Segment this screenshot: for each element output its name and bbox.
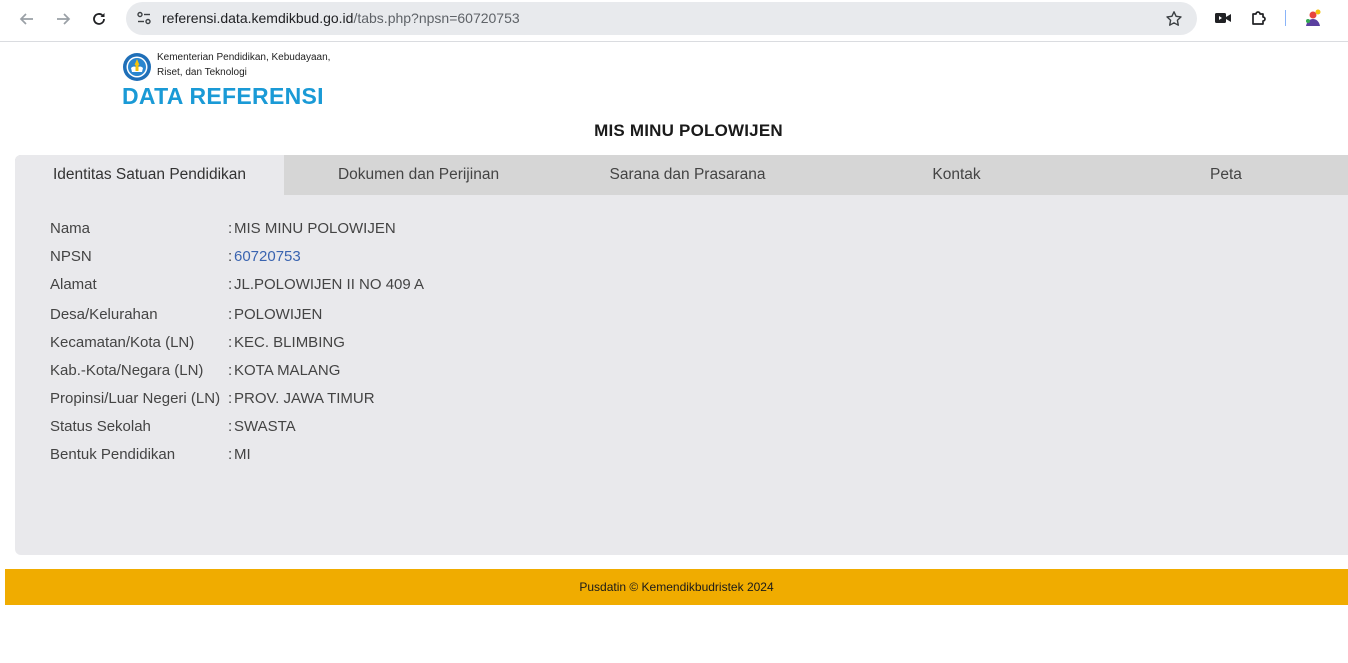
field-colon: : <box>228 248 233 265</box>
address-bar[interactable]: referensi.data.kemdikbud.go.id/tabs.php?… <box>126 2 1197 35</box>
field-colon: : <box>228 334 233 351</box>
profile-avatar-icon[interactable] <box>1303 8 1323 28</box>
arrow-left-icon <box>19 13 33 25</box>
reload-button[interactable] <box>87 7 111 31</box>
field-value: MI <box>234 446 251 463</box>
ministry-name-line1: Kementerian Pendidikan, Kebudayaan, <box>157 52 331 63</box>
url-path: /tabs.php?npsn=60720753 <box>353 10 520 26</box>
url-text[interactable]: referensi.data.kemdikbud.go.id/tabs.php?… <box>162 10 520 26</box>
field-label: Bentuk Pendidikan <box>50 446 176 463</box>
field-colon: : <box>228 362 233 379</box>
tab-dokumen[interactable]: Dokumen dan Perijinan <box>284 155 553 195</box>
field-label: Kecamatan/Kota (LN) <box>50 334 195 351</box>
footer-text: Pusdatin © Kemendikbudristek 2024 <box>579 580 774 594</box>
toolbar-divider <box>1285 10 1286 26</box>
npsn-link[interactable]: 60720753 <box>234 248 301 265</box>
field-label: NPSN <box>50 248 92 265</box>
field-label: Propinsi/Luar Negeri (LN) <box>50 390 221 407</box>
tut-wuri-handayani-emblem-icon <box>123 53 151 81</box>
tab-identitas[interactable]: Identitas Satuan Pendidikan <box>15 155 284 195</box>
field-value: MIS MINU POLOWIJEN <box>234 220 396 237</box>
field-label: Kab.-Kota/Negara (LN) <box>50 362 204 379</box>
tab-bar: Identitas Satuan Pendidikan Dokumen dan … <box>15 155 1348 195</box>
field-colon: : <box>228 276 233 293</box>
tab-kontak[interactable]: Kontak <box>822 155 1091 195</box>
arrow-right-icon <box>57 13 71 25</box>
video-camera-icon[interactable] <box>1213 8 1233 28</box>
field-label: Desa/Kelurahan <box>50 306 158 323</box>
star-icon[interactable] <box>1165 10 1183 28</box>
tab-peta[interactable]: Peta <box>1091 155 1348 195</box>
field-value: PROV. JAWA TIMUR <box>234 390 375 407</box>
field-colon: : <box>228 446 233 463</box>
url-host: referensi.data.kemdikbud.go.id <box>162 10 354 26</box>
footer: Pusdatin © Kemendikbudristek 2024 <box>5 569 1348 605</box>
field-value: KOTA MALANG <box>234 362 341 379</box>
back-button[interactable] <box>15 7 39 31</box>
field-label: Alamat <box>50 276 97 293</box>
field-value: JL.POLOWIJEN II NO 409 A <box>234 276 425 293</box>
field-label: Status Sekolah <box>50 418 151 435</box>
forward-button[interactable] <box>51 7 75 31</box>
field-colon: : <box>228 418 233 435</box>
extensions-puzzle-icon[interactable] <box>1249 8 1269 28</box>
ministry-name-line2: Riset, dan Teknologi <box>157 67 247 78</box>
field-value: SWASTA <box>234 418 296 435</box>
field-colon: : <box>228 220 233 237</box>
field-value: KEC. BLIMBING <box>234 334 345 351</box>
app-title: DATA REFERENSI <box>122 83 324 109</box>
reload-icon <box>93 13 105 25</box>
field-colon: : <box>228 390 233 407</box>
site-settings-icon[interactable] <box>136 10 152 26</box>
field-label: Nama <box>50 220 91 237</box>
tab-sarana[interactable]: Sarana dan Prasarana <box>553 155 822 195</box>
tab-panel: Identitas Satuan Pendidikan Dokumen dan … <box>15 155 1348 555</box>
page-title: MIS MINU POLOWIJEN <box>594 121 783 140</box>
field-value: POLOWIJEN <box>234 306 323 323</box>
browser-toolbar: referensi.data.kemdikbud.go.id/tabs.php?… <box>0 0 1348 42</box>
field-colon: : <box>228 306 233 323</box>
